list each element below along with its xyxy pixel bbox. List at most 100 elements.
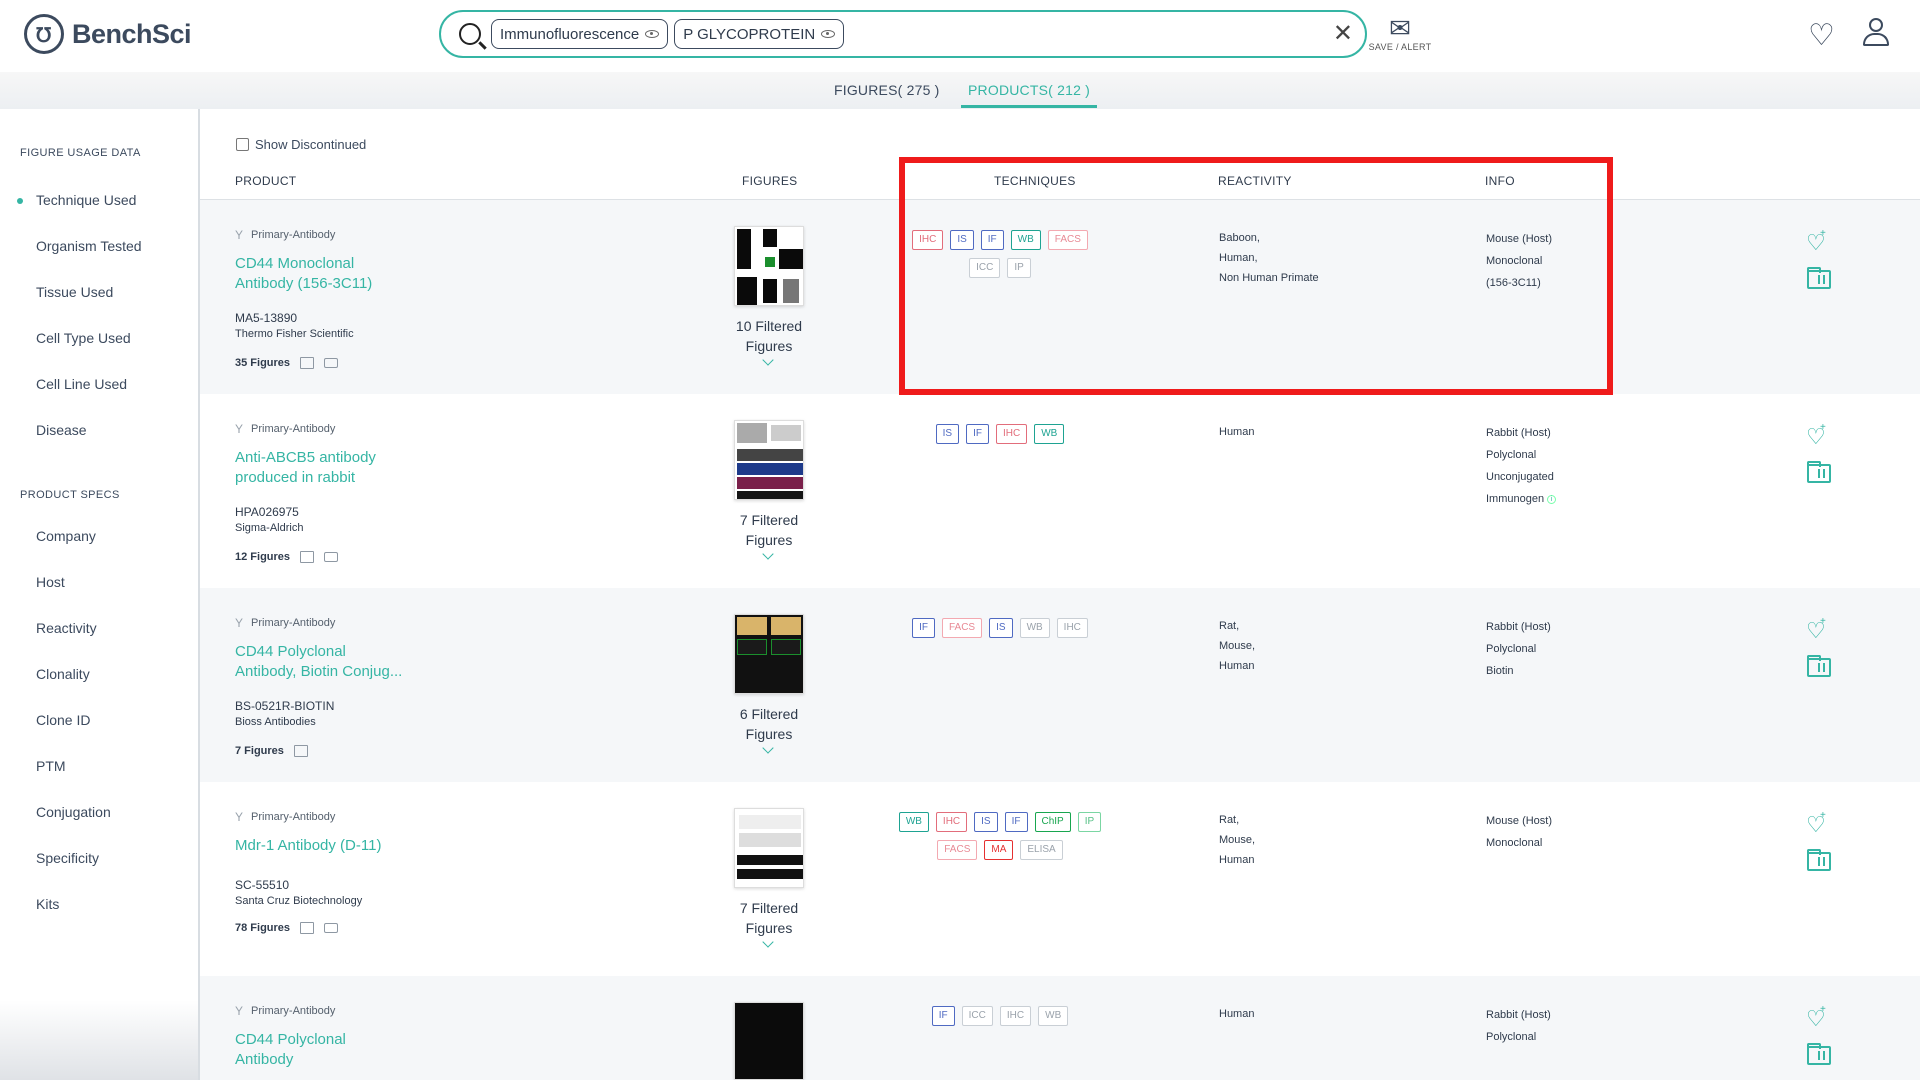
technique-badge[interactable]: IHC [999,1006,1032,1026]
figure-thumbnail[interactable] [734,226,804,306]
sidebar-item-organism-tested[interactable]: Organism Tested [36,238,142,254]
save-alert-button[interactable]: ✉ SAVE / ALERT [1368,14,1432,52]
technique-badge[interactable]: IHC [1056,618,1088,638]
info-circle-icon[interactable]: i [1547,494,1557,504]
product-name-link[interactable]: Mdr-1 Antibody (D-11) [235,836,435,856]
sidebar-item-company[interactable]: Company [36,528,96,544]
technique-badge[interactable]: FACS [941,618,983,638]
chevron-down-icon[interactable] [762,742,774,754]
technique-badge[interactable]: IS [974,812,998,832]
technique-badge[interactable]: ChIP [1034,812,1071,832]
sidebar-item-cell-type-used[interactable]: Cell Type Used [36,330,131,346]
tab-figures[interactable]: FIGURES( 275 ) [834,82,940,98]
add-favorite-heart-icon[interactable]: ♡ + [1806,616,1826,644]
figure-book-icon[interactable] [300,922,315,934]
technique-badge[interactable]: IP [1077,812,1102,832]
figure-book-icon[interactable] [300,357,315,369]
eye-icon[interactable] [821,30,836,38]
product-name-link[interactable]: CD44 Monoclonal Antibody (156-3C11) [235,254,435,294]
sidebar-item-conjugation[interactable]: Conjugation [36,804,111,820]
filtered-figures-link[interactable]: 7 Filtered Figures [720,510,818,550]
sidebar-item-reactivity[interactable]: Reactivity [36,620,97,636]
technique-badge[interactable]: IF [966,424,989,444]
product-type: Primary-Antibody [251,811,336,823]
add-favorite-heart-icon[interactable]: ♡ + [1806,1004,1826,1032]
technique-badge[interactable]: WB [898,812,929,832]
technique-badge[interactable]: IS [989,618,1013,638]
add-to-folder-icon[interactable] [1807,461,1831,483]
technique-badge[interactable]: WB [1034,424,1065,444]
technique-badge[interactable]: ICC [961,1006,993,1026]
technique-badge[interactable]: MA [984,840,1014,860]
technique-badge[interactable]: WB [1038,1006,1069,1026]
chevron-down-icon[interactable] [762,354,774,366]
search-icon [459,23,481,45]
sidebar-item-specificity[interactable]: Specificity [36,850,99,866]
sidebar-item-clonality[interactable]: Clonality [36,666,90,682]
clear-search-icon[interactable]: ✕ [1333,22,1353,46]
technique-badge[interactable]: IS [950,230,974,250]
filtered-figures-link[interactable]: 7 Filtered Figures [720,898,818,938]
search-bar[interactable]: Immunofluorescence P GLYCOPROTEIN ✕ [439,10,1367,58]
chevron-down-icon[interactable] [762,936,774,948]
technique-badge[interactable]: WB [1010,230,1041,250]
show-discontinued-toggle[interactable]: Show Discontinued [236,137,366,152]
archive-icon[interactable] [324,923,339,933]
show-discontinued-checkbox[interactable] [236,138,249,151]
technique-badge[interactable]: WB [1019,618,1050,638]
figure-thumbnail[interactable] [734,1002,804,1080]
product-name-link[interactable]: Anti-ABCB5 antibody produced in rabbit [235,448,435,488]
figure-thumbnail[interactable] [734,808,804,888]
archive-icon[interactable] [324,358,339,368]
figure-book-icon[interactable] [300,551,315,563]
add-favorite-heart-icon[interactable]: ♡ + [1806,422,1826,450]
favorites-heart-icon[interactable]: ♡ [1808,18,1835,53]
chevron-down-icon[interactable] [762,548,774,560]
add-to-folder-icon[interactable] [1807,655,1831,677]
user-profile-icon[interactable] [1862,18,1890,48]
add-to-folder-icon[interactable] [1807,1043,1831,1065]
sidebar-item-clone-id[interactable]: Clone ID [36,712,90,728]
sidebar-item-tissue-used[interactable]: Tissue Used [36,284,113,300]
technique-badge[interactable]: IF [1004,812,1028,832]
benchsci-logo-icon: ℧ [24,14,64,54]
add-favorite-heart-icon[interactable]: ♡ + [1806,810,1826,838]
add-favorite-heart-icon[interactable]: ♡ + [1806,228,1826,256]
archive-icon[interactable] [324,552,339,562]
sidebar-item-technique-used[interactable]: Technique Used [17,192,136,208]
figure-thumbnail[interactable] [734,420,804,500]
top-header: ℧ BenchSci Immunofluorescence P GLYCOPRO… [0,0,1920,72]
tab-products[interactable]: PRODUCTS( 212 ) [961,82,1098,108]
technique-badge[interactable]: IHC [996,424,1028,444]
technique-badge[interactable]: IF [980,230,1004,250]
product-name-link[interactable]: CD44 Polyclonal Antibody [235,1030,435,1070]
technique-badge[interactable]: IP [1007,258,1031,278]
product-name-link[interactable]: CD44 Polyclonal Antibody, Biotin Conjug..… [235,642,435,682]
technique-badge[interactable]: IF [931,1006,955,1026]
search-chip-label: P GLYCOPROTEIN [683,25,816,43]
sidebar-item-cell-line-used[interactable]: Cell Line Used [36,376,127,392]
figure-thumbnail[interactable] [734,614,804,694]
technique-badge[interactable]: ELISA [1020,840,1063,860]
filtered-figures-link[interactable]: 10 Filtered Figures [720,316,818,356]
figure-book-icon[interactable] [293,745,308,757]
technique-badge[interactable]: ICC [969,258,1001,278]
add-to-folder-icon[interactable] [1807,849,1831,871]
eye-icon[interactable] [645,30,660,38]
technique-badge[interactable]: IF [912,618,935,638]
filtered-figures-link[interactable]: 6 Filtered Figures [720,704,818,744]
sidebar-item-kits[interactable]: Kits [36,896,59,912]
sidebar-item-ptm[interactable]: PTM [36,758,66,774]
technique-badge[interactable]: IS [935,424,960,444]
sidebar-item-host[interactable]: Host [36,574,65,590]
add-to-folder-icon[interactable] [1807,267,1831,289]
search-chip-target[interactable]: P GLYCOPROTEIN [674,19,845,49]
search-chip-technique[interactable]: Immunofluorescence [491,19,669,49]
technique-badges: IS IF IHC WB [900,424,1100,444]
benchsci-logo[interactable]: ℧ BenchSci [24,14,192,54]
technique-badge[interactable]: FACS [1047,230,1088,250]
technique-badge[interactable]: IHC [935,812,968,832]
technique-badge[interactable]: FACS [937,840,978,860]
technique-badge[interactable]: IHC [912,230,944,250]
sidebar-item-disease[interactable]: Disease [36,422,87,438]
